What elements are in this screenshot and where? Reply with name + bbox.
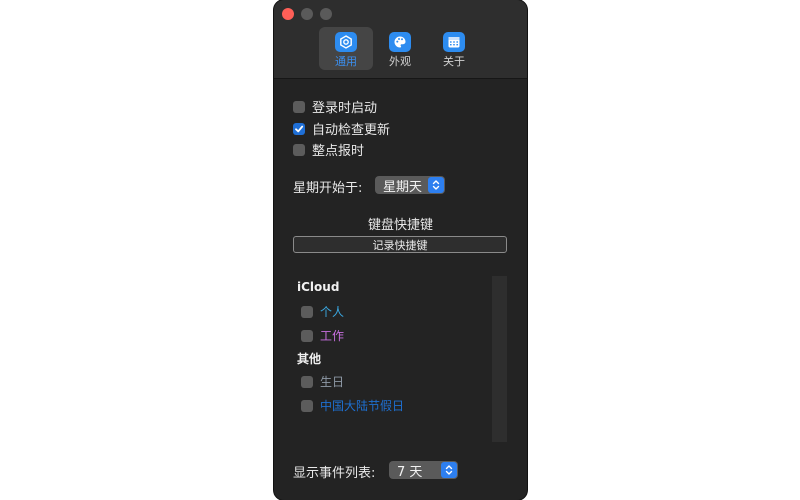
icloud-section-title: iCloud	[297, 280, 340, 294]
event-list-days-value: 7 天	[397, 464, 423, 480]
calendar-item-china-holidays[interactable]: 中国大陆节假日	[301, 397, 404, 414]
event-list-label: 显示事件列表:	[293, 466, 376, 481]
close-window-button[interactable]	[282, 8, 294, 20]
minimize-window-button[interactable]	[301, 8, 313, 20]
chevron-up-down-icon	[441, 462, 457, 478]
gear-icon	[335, 32, 357, 52]
calendar-list-scrollbar[interactable]	[492, 276, 507, 442]
tab-about[interactable]: 关于	[427, 27, 481, 70]
calendar-personal-label: 个人	[320, 305, 345, 319]
toolbar: 通用 外观 关于	[274, 0, 527, 79]
zoom-window-button[interactable]	[320, 8, 332, 20]
launch-at-login-checkbox[interactable]	[293, 100, 305, 113]
tab-appearance[interactable]: 外观	[373, 27, 427, 70]
calendar-item-personal[interactable]: 个人	[301, 303, 344, 320]
preferences-window: 通用 外观 关于 登录时启动 自动检查更新 整点报时 星期开始于: 星期天 键盘…	[274, 0, 527, 500]
calendar-item-birthdays[interactable]: 生日	[301, 373, 344, 390]
week-start-value: 星期天	[383, 179, 423, 195]
record-shortcut-label: 记录快捷键	[372, 238, 428, 252]
tab-general-label: 通用	[335, 55, 357, 68]
calendar-item-work[interactable]: 工作	[301, 327, 344, 344]
week-start-select[interactable]: 星期天	[375, 176, 445, 195]
tab-general[interactable]: 通用	[319, 27, 373, 70]
other-section-title: 其他	[297, 352, 322, 366]
launch-at-login-option[interactable]: 登录时启动	[293, 97, 377, 116]
chevron-up-down-icon	[428, 177, 444, 193]
auto-check-updates-checkbox[interactable]	[293, 122, 305, 135]
event-list-days-select[interactable]: 7 天	[389, 461, 458, 480]
launch-at-login-label: 登录时启动	[312, 101, 378, 116]
auto-check-updates-label: 自动检查更新	[312, 123, 391, 138]
checkmark-icon	[295, 125, 304, 132]
keyboard-shortcut-title: 键盘快捷键	[367, 218, 433, 233]
tab-appearance-label: 外观	[389, 55, 411, 68]
calendar-list	[293, 275, 509, 443]
calendar-personal-checkbox[interactable]	[301, 305, 313, 318]
calendar-china-holidays-label: 中国大陆节假日	[320, 399, 405, 413]
calendar-birthdays-label: 生日	[320, 375, 345, 389]
hourly-chime-label: 整点报时	[312, 144, 365, 159]
tab-about-label: 关于	[443, 55, 465, 68]
hourly-chime-option[interactable]: 整点报时	[293, 140, 364, 159]
auto-check-updates-option[interactable]: 自动检查更新	[293, 119, 390, 138]
calendar-icon	[443, 32, 465, 52]
calendar-work-checkbox[interactable]	[301, 329, 313, 342]
calendar-birthdays-checkbox[interactable]	[301, 375, 313, 388]
palette-icon	[389, 32, 411, 52]
calendar-china-holidays-checkbox[interactable]	[301, 399, 313, 412]
calendar-work-label: 工作	[320, 329, 345, 343]
record-shortcut-button[interactable]: 记录快捷键	[293, 236, 507, 253]
week-start-label: 星期开始于:	[293, 181, 363, 196]
hourly-chime-checkbox[interactable]	[293, 143, 305, 156]
